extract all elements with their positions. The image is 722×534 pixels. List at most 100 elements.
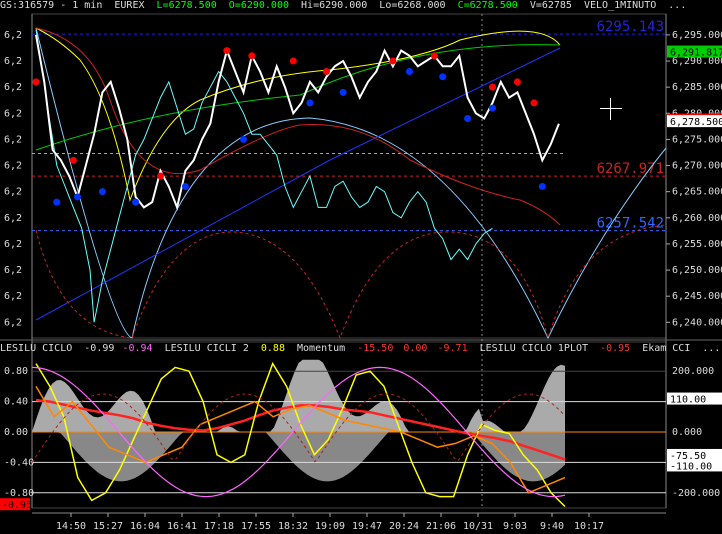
y-tick-label: 6,255.000 bbox=[672, 239, 722, 250]
time-tick-label: 9:03 bbox=[503, 521, 527, 532]
y-tick-label: 6,240.000 bbox=[672, 317, 722, 328]
open-price: O=6290.000 bbox=[228, 0, 289, 11]
pivot-high-dot bbox=[223, 47, 231, 55]
close-price: C=6278.500 bbox=[457, 0, 518, 11]
ind-right-tick-label: 200.000 bbox=[672, 366, 714, 377]
y-tick-label: 6,275.000 bbox=[672, 134, 722, 145]
ciclo-value-2: -0.94 bbox=[122, 343, 153, 354]
momentum-name: Momentum bbox=[297, 343, 346, 354]
pivot-low-dot bbox=[240, 135, 247, 143]
y-tick-label: 6,245.000 bbox=[672, 291, 722, 302]
pivot-low-dot bbox=[132, 198, 140, 206]
momentum-value-3: -9.71 bbox=[437, 343, 468, 354]
left-tick-label: 6,2 bbox=[4, 161, 22, 172]
cci-name: Ekam CCI bbox=[642, 343, 691, 354]
time-tick-label: 17:55 bbox=[241, 521, 271, 532]
y-tick-label: 6,250.000 bbox=[672, 265, 722, 276]
left-tick-label: 6,2 bbox=[4, 56, 22, 67]
y-tick-label: 6,285.000 bbox=[672, 82, 722, 93]
time-tick-label: 10:17 bbox=[574, 521, 604, 532]
pivot-low-dot bbox=[489, 104, 496, 112]
momentum-value-2: 0.00 bbox=[403, 343, 428, 354]
left-tick-label: 6,2 bbox=[4, 213, 22, 224]
pivot-high-dot bbox=[430, 52, 438, 60]
volume-label: V=62785 bbox=[529, 0, 572, 11]
pivot-low-dot bbox=[306, 99, 314, 107]
pivot-high-dot bbox=[530, 99, 538, 107]
cci-histogram-negative bbox=[32, 432, 565, 482]
y-tick-label: 6,295.000 bbox=[672, 30, 722, 41]
time-tick-label: 16:04 bbox=[130, 521, 160, 532]
price-header: GS:316579 - 1 min EUREX L=6278.500 O=629… bbox=[0, 0, 722, 14]
y-tick-label: 6,265.000 bbox=[672, 187, 722, 198]
indicator-more: ... bbox=[702, 343, 721, 354]
price-tag-label: 6,291.817 bbox=[670, 48, 722, 59]
ind-tag-label: 110.00 bbox=[670, 395, 706, 406]
ind-left-tick-label: 0.00 bbox=[4, 427, 28, 438]
time-tick-label: 19:09 bbox=[315, 521, 345, 532]
time-tick-label: 15:27 bbox=[93, 521, 123, 532]
pivot-low-dot bbox=[406, 67, 413, 75]
high-price: Hi=6290.000 bbox=[301, 0, 368, 11]
pivot-low-dot bbox=[464, 115, 472, 123]
header-more: ... bbox=[668, 0, 687, 11]
pivot-low-dot bbox=[538, 182, 546, 190]
ind-left-tag-label: -0.95 bbox=[2, 500, 32, 511]
price-tag-label: 6,278.500 bbox=[670, 117, 722, 128]
left-tick-label: 6,2 bbox=[4, 108, 22, 119]
ind-right-tick-label: -200.000 bbox=[672, 488, 720, 499]
pivot-high-dot bbox=[513, 78, 521, 86]
cycle-curve-darkblue bbox=[35, 47, 561, 321]
main-panel-frame bbox=[31, 13, 667, 339]
left-tick-label: 6,2 bbox=[4, 134, 22, 145]
symbol-label: GS:316579 - 1 min bbox=[0, 0, 103, 11]
left-tick-label: 6,2 bbox=[4, 239, 22, 250]
level-label: 6257.542 bbox=[597, 216, 664, 232]
ciclo-name: LESILU CICLO bbox=[0, 343, 73, 354]
pivot-low-dot bbox=[74, 193, 81, 201]
pivot-high-dot bbox=[32, 78, 40, 86]
plot-name: LESILU CICLO 1PLOT bbox=[479, 343, 589, 354]
pivot-high-dot bbox=[489, 83, 496, 91]
time-tick-label: 19:47 bbox=[352, 521, 382, 532]
crosshair-cursor-icon bbox=[600, 98, 622, 120]
exchange-label: EUREX bbox=[114, 0, 145, 11]
time-tick-label: 18:32 bbox=[278, 521, 308, 532]
pivot-high-dot bbox=[248, 52, 256, 60]
cci-histogram bbox=[32, 359, 565, 432]
ind-tag-label: -110.00 bbox=[670, 461, 712, 472]
time-tick-label: 21:06 bbox=[426, 521, 456, 532]
ciclo-value: -0.99 bbox=[84, 343, 115, 354]
time-tick-label: 14:50 bbox=[56, 521, 86, 532]
pivot-low-dot bbox=[98, 188, 106, 196]
momentum-value: -15.50 bbox=[357, 343, 394, 354]
study-label: VELO_1MINUTO bbox=[584, 0, 657, 11]
main-left-ticks: 6,2 6,2 6,2 6,2 6,2 6,2 6,2 6,2 6,2 6,2 6,2 6,2 bbox=[4, 30, 22, 328]
pivot-low-dot bbox=[181, 182, 189, 190]
ind-left-tick-label: 0.80 bbox=[4, 366, 28, 377]
y-tick-label: 6,270.000 bbox=[672, 161, 722, 172]
left-tick-label: 6,2 bbox=[4, 317, 22, 328]
y-tick-label: 6,260.000 bbox=[672, 213, 722, 224]
left-tick-label: 6,2 bbox=[4, 30, 22, 41]
ind-left-tick-label: -0.80 bbox=[4, 488, 34, 499]
time-tick-label: 17:18 bbox=[204, 521, 234, 532]
time-tick-label: 9:40 bbox=[540, 521, 564, 532]
time-axis: 14:50 15:27 16:04 16:41 17:18 17:55 18:32 19:09… bbox=[32, 512, 666, 532]
pivot-high-dot bbox=[289, 57, 297, 65]
ind-left-tick-label: -0.40 bbox=[4, 457, 34, 468]
left-tick-label: 6,2 bbox=[4, 82, 22, 93]
last-price: L=6278.500 bbox=[156, 0, 217, 11]
pivot-high-dot bbox=[69, 156, 77, 164]
chart-canvas[interactable]: 6,295.0006,290.0006,285.0006,280.0006,27… bbox=[0, 0, 722, 534]
left-tick-label: 6,2 bbox=[4, 291, 22, 302]
ciclo2-value: 0.88 bbox=[260, 343, 285, 354]
low-price: Lo=6268.000 bbox=[379, 0, 446, 11]
trading-chart-window: 6,295.0006,290.0006,285.0006,280.0006,27… bbox=[0, 0, 722, 534]
left-tick-label: 6,2 bbox=[4, 187, 22, 198]
ciclo2-name: LESILU CICLI 2 bbox=[164, 343, 249, 354]
time-tick-label: 20:24 bbox=[389, 521, 419, 532]
ind-left-tick-label: 0.40 bbox=[4, 397, 28, 408]
pivot-high-dot bbox=[389, 57, 397, 65]
time-tick-label: 16:41 bbox=[167, 521, 197, 532]
